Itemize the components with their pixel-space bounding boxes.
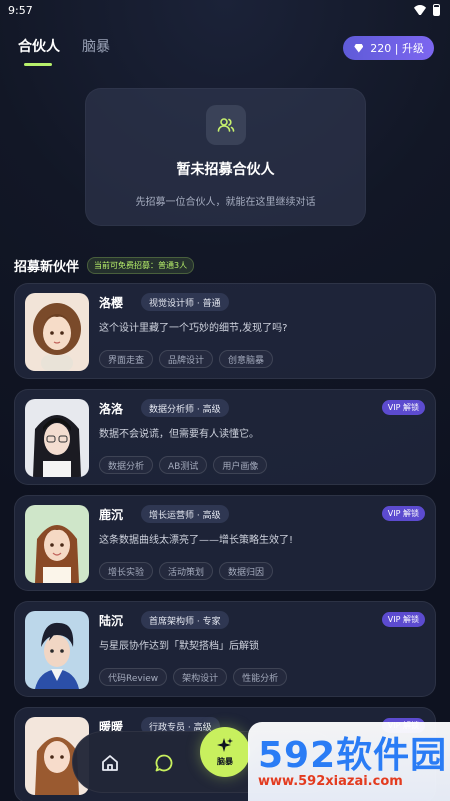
free-quota-badge: 当前可免费招募：普通3人 bbox=[87, 257, 195, 274]
partner-quote: 数据不会说谎，但需要有人读懂它。 bbox=[99, 429, 259, 440]
partner-name: 陆沉 bbox=[99, 614, 124, 628]
watermark-url: www.592xiazai.com bbox=[258, 774, 403, 789]
recruit-section-header: 招募新伙伴 当前可免费招募：普通3人 bbox=[14, 256, 195, 275]
partner-tags: 代码Review 架构设计 性能分析 bbox=[99, 668, 288, 686]
partner-card[interactable]: 洛洛 数据分析师 · 高级 VIP 解锁 数据不会说谎，但需要有人读懂它。 数据… bbox=[14, 389, 436, 485]
watermark-brand: 软件园 bbox=[336, 735, 448, 776]
partner-card[interactable]: 陆沉 首席架构师 · 专家 VIP 解锁 与星辰协作达到「默契搭档」后解锁 代码… bbox=[14, 601, 436, 697]
empty-state-card: 暂未招募合伙人 先招募一位合伙人，就能在这里继续对话 bbox=[85, 88, 366, 226]
partner-role-badge: 数据分析师 · 高级 bbox=[141, 399, 229, 417]
partner-name: 鹿沉 bbox=[99, 508, 124, 522]
vip-unlock-badge[interactable]: VIP 解锁 bbox=[381, 400, 425, 415]
avatar bbox=[25, 505, 89, 583]
section-title: 招募新伙伴 bbox=[14, 260, 80, 275]
tab-brainstorm-label: 脑暴 bbox=[82, 39, 110, 55]
credits-label: 220 | 升级 bbox=[370, 42, 424, 55]
vip-unlock-badge[interactable]: VIP 解锁 bbox=[381, 612, 425, 627]
battery-icon bbox=[433, 4, 440, 16]
partner-card[interactable]: 鹿沉 增长运营师 · 高级 VIP 解锁 这条数据曲线太漂亮了——增长策略生效了… bbox=[14, 495, 436, 591]
partner-tags: 增长实验 活动策划 数据归因 bbox=[99, 562, 274, 580]
partner-role-badge: 增长运营师 · 高级 bbox=[141, 505, 229, 523]
diamond-icon bbox=[353, 43, 364, 54]
skill-tag: 数据归因 bbox=[219, 562, 274, 580]
partner-tags: 界面走查 品牌设计 创意脑暴 bbox=[99, 350, 274, 368]
avatar bbox=[25, 293, 89, 371]
skill-tag: 活动策划 bbox=[159, 562, 214, 580]
avatar bbox=[25, 399, 89, 477]
skill-tag: 增长实验 bbox=[99, 562, 154, 580]
tab-partners-label: 合伙人 bbox=[18, 39, 60, 55]
skill-tag: 品牌设计 bbox=[159, 350, 214, 368]
fab-label: 脑暴 bbox=[217, 757, 233, 766]
skill-tag: 架构设计 bbox=[173, 668, 228, 686]
empty-state-subtitle: 先招募一位合伙人，就能在这里继续对话 bbox=[135, 197, 316, 208]
partner-name: 洛洛 bbox=[99, 402, 124, 416]
status-icons bbox=[413, 4, 440, 16]
watermark-logo: 592软件园 bbox=[258, 726, 447, 778]
credits-upgrade-button[interactable]: 220 | 升级 bbox=[343, 36, 434, 60]
chat-icon[interactable] bbox=[153, 752, 175, 774]
tab-brainstorm[interactable]: 脑暴 bbox=[82, 36, 110, 66]
users-icon bbox=[205, 105, 246, 145]
skill-tag: 创意脑暴 bbox=[219, 350, 274, 368]
skill-tag: 用户画像 bbox=[213, 456, 268, 474]
status-bar: 9:57 bbox=[0, 0, 450, 20]
avatar bbox=[25, 611, 89, 689]
watermark-digits: 592 bbox=[258, 735, 337, 776]
skill-tag: AB测试 bbox=[159, 456, 208, 474]
skill-tag: 界面走查 bbox=[99, 350, 154, 368]
empty-state-title: 暂未招募合伙人 bbox=[176, 162, 275, 178]
partner-name: 洛樱 bbox=[99, 296, 124, 310]
header-tabs: 合伙人 脑暴 bbox=[18, 36, 110, 66]
partner-quote: 这个设计里藏了一个巧妙的细节,发现了吗? bbox=[99, 323, 288, 334]
partner-card[interactable]: 洛樱 视觉设计师 · 普通 这个设计里藏了一个巧妙的细节,发现了吗? 界面走查 … bbox=[14, 283, 436, 379]
active-tab-indicator bbox=[24, 63, 52, 66]
home-icon[interactable] bbox=[99, 752, 121, 774]
partner-quote: 与星辰协作达到「默契搭档」后解锁 bbox=[99, 641, 259, 652]
partner-tags: 数据分析 AB测试 用户画像 bbox=[99, 456, 268, 474]
site-watermark: 592软件园 www.592xiazai.com bbox=[248, 722, 450, 801]
status-time: 9:57 bbox=[8, 3, 33, 17]
tab-partners[interactable]: 合伙人 bbox=[18, 36, 60, 66]
skill-tag: 代码Review bbox=[99, 668, 168, 686]
skill-tag: 性能分析 bbox=[233, 668, 288, 686]
partner-role-badge: 视觉设计师 · 普通 bbox=[141, 293, 229, 311]
partner-role-badge: 首席架构师 · 专家 bbox=[141, 611, 229, 629]
partner-quote: 这条数据曲线太漂亮了——增长策略生效了! bbox=[99, 535, 294, 546]
skill-tag: 数据分析 bbox=[99, 456, 154, 474]
sparkle-icon bbox=[217, 738, 233, 752]
wifi-icon bbox=[413, 5, 427, 15]
vip-unlock-badge[interactable]: VIP 解锁 bbox=[381, 506, 425, 521]
brainstorm-fab-button[interactable]: 脑暴 bbox=[200, 727, 250, 777]
